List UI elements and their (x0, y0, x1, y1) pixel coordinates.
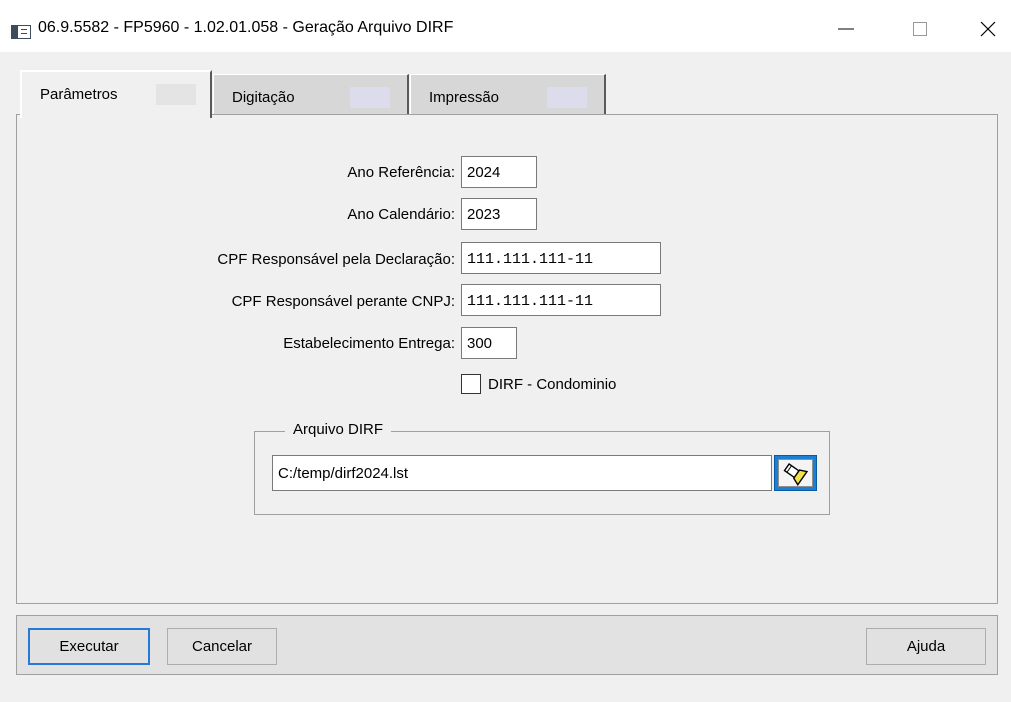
ano-referencia-input[interactable]: 2024 (461, 156, 537, 188)
ajuda-button[interactable]: Ajuda (866, 628, 986, 665)
tab-decoration (547, 87, 587, 108)
cpf-declaracao-label: CPF Responsável pela Declaração: (217, 251, 455, 268)
estabelecimento-input[interactable]: 300 (461, 327, 517, 359)
tab-decoration (156, 84, 196, 105)
executar-button[interactable]: Executar (28, 628, 150, 665)
tab-digitacao[interactable]: Digitação (213, 74, 409, 114)
ano-calendario-label: Ano Calendário: (347, 206, 455, 223)
close-button[interactable] (965, 10, 1011, 44)
dirf-condominio-checkbox[interactable] (461, 374, 481, 394)
flashlight-search-icon (783, 463, 809, 486)
maximize-button[interactable] (897, 10, 943, 44)
minimize-button[interactable] (823, 10, 869, 44)
cpf-cnpj-input[interactable]: 111.111.111-11 (461, 284, 661, 316)
title-bar: 06.9.5582 - FP5960 - 1.02.01.058 - Geraç… (0, 0, 1011, 52)
tab-impressao[interactable]: Impressão (410, 74, 606, 114)
tab-parametros[interactable]: Parâmetros (20, 70, 212, 118)
close-icon (980, 21, 996, 37)
estabelecimento-label: Estabelecimento Entrega: (283, 335, 455, 352)
tab-label: Impressão (429, 89, 500, 106)
ano-referencia-label: Ano Referência: (347, 164, 455, 181)
app-icon (11, 25, 31, 39)
cpf-declaracao-input[interactable]: 111.111.111-11 (461, 242, 661, 274)
arquivo-dirf-group-title: Arquivo DIRF (285, 421, 392, 438)
tab-label: Digitação (232, 89, 295, 106)
button-bar (16, 615, 998, 675)
tab-decoration (350, 87, 390, 108)
cpf-cnpj-label: CPF Responsável perante CNPJ: (231, 293, 455, 310)
window-title: 06.9.5582 - FP5960 - 1.02.01.058 - Geraç… (38, 19, 454, 36)
tab-label: Parâmetros (40, 86, 118, 103)
browse-button[interactable] (774, 455, 817, 491)
ano-calendario-input[interactable]: 2023 (461, 198, 537, 230)
arquivo-path-input[interactable]: C:/temp/dirf2024.lst (272, 455, 772, 491)
minimize-icon (838, 28, 854, 30)
dirf-condominio-label: DIRF - Condominio (488, 376, 617, 393)
maximize-icon (913, 22, 927, 36)
cancelar-button[interactable]: Cancelar (167, 628, 277, 665)
